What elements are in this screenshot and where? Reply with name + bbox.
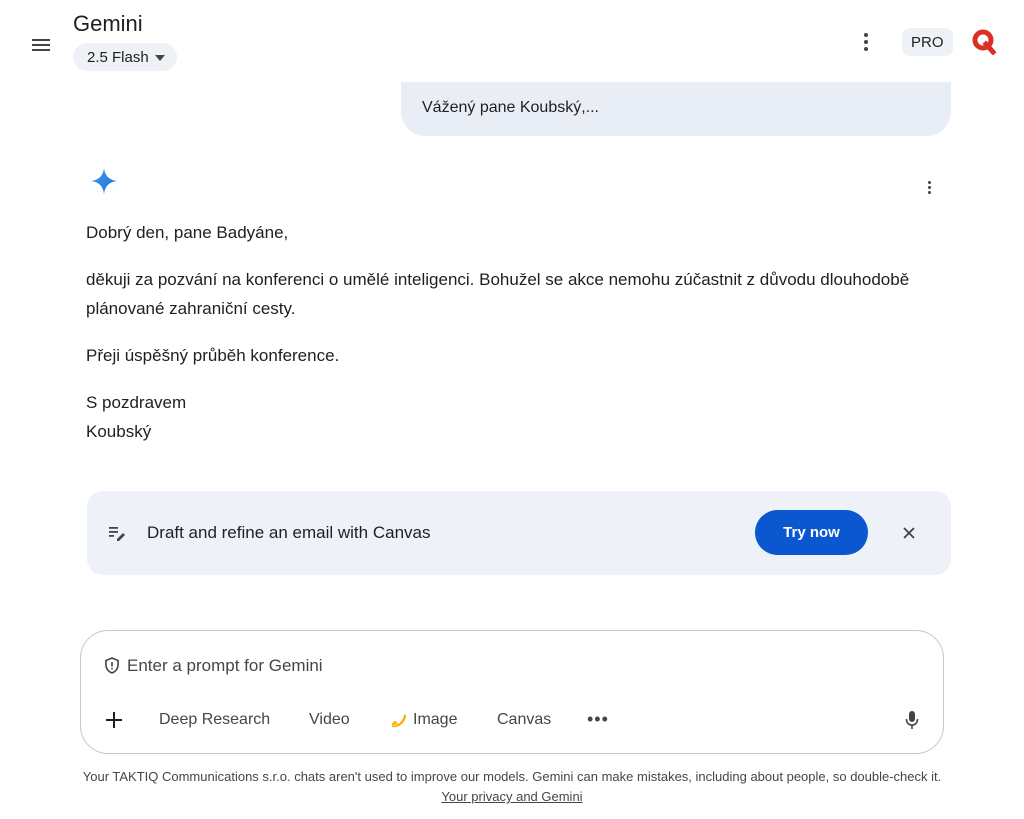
model-label: 2.5 Flash xyxy=(87,48,149,66)
prompt-box: Deep Research Video Image Canvas ••• xyxy=(80,630,944,754)
response-body: děkuji za pozvání na konferenci o umělé … xyxy=(86,270,910,318)
shield-icon xyxy=(105,657,119,674)
close-icon xyxy=(903,527,915,539)
main-menu-button[interactable] xyxy=(28,32,54,58)
microphone-icon[interactable] xyxy=(905,710,919,730)
response-signature: Koubský xyxy=(86,422,152,441)
model-selector[interactable]: 2.5 Flash xyxy=(73,43,177,71)
try-now-button[interactable]: Try now xyxy=(755,510,868,555)
response-more-options-button[interactable] xyxy=(919,176,939,198)
response-greeting: Dobrý den, pane Badyáne, xyxy=(86,223,289,242)
video-button[interactable]: Video xyxy=(309,711,350,729)
gemini-sparkle-icon xyxy=(91,168,117,194)
add-button[interactable] xyxy=(103,709,125,731)
canvas-promo-card: Draft and refine an email with Canvas Tr… xyxy=(87,491,951,575)
more-options-button[interactable] xyxy=(856,28,876,56)
edit-note-icon xyxy=(109,527,125,541)
response-wish: Přeji úspěšný průběh konference. xyxy=(86,346,340,365)
more-tools-button[interactable]: ••• xyxy=(587,709,609,730)
banana-icon xyxy=(391,714,406,728)
dismiss-promo-button[interactable] xyxy=(897,523,921,543)
app-title: Gemini xyxy=(73,11,143,36)
menu-icon xyxy=(32,39,50,51)
user-message-text: Vážený pane Koubský,... xyxy=(422,99,599,116)
more-vert-icon xyxy=(864,33,868,37)
disclaimer-text: Your TAKTIQ Communications s.r.o. chats … xyxy=(82,769,942,784)
canvas-button[interactable]: Canvas xyxy=(497,711,551,729)
model-response: Dobrý den, pane Badyáne, děkuji za pozvá… xyxy=(86,218,946,446)
promo-text: Draft and refine an email with Canvas xyxy=(147,523,431,542)
account-avatar[interactable] xyxy=(970,27,998,55)
deep-research-label: Deep Research xyxy=(159,711,271,728)
privacy-link[interactable]: Your privacy and Gemini xyxy=(441,789,582,804)
image-label: Image xyxy=(413,711,458,728)
deep-research-button[interactable]: Deep Research xyxy=(159,711,270,729)
chevron-down-icon xyxy=(154,55,165,61)
canvas-label: Canvas xyxy=(497,711,552,728)
response-closing: S pozdravem xyxy=(86,393,187,412)
more-vert-icon xyxy=(927,180,931,184)
pro-badge[interactable]: PRO xyxy=(902,28,953,56)
video-label: Video xyxy=(309,711,350,728)
prompt-input[interactable] xyxy=(127,653,907,679)
image-button[interactable]: Image xyxy=(389,711,457,729)
